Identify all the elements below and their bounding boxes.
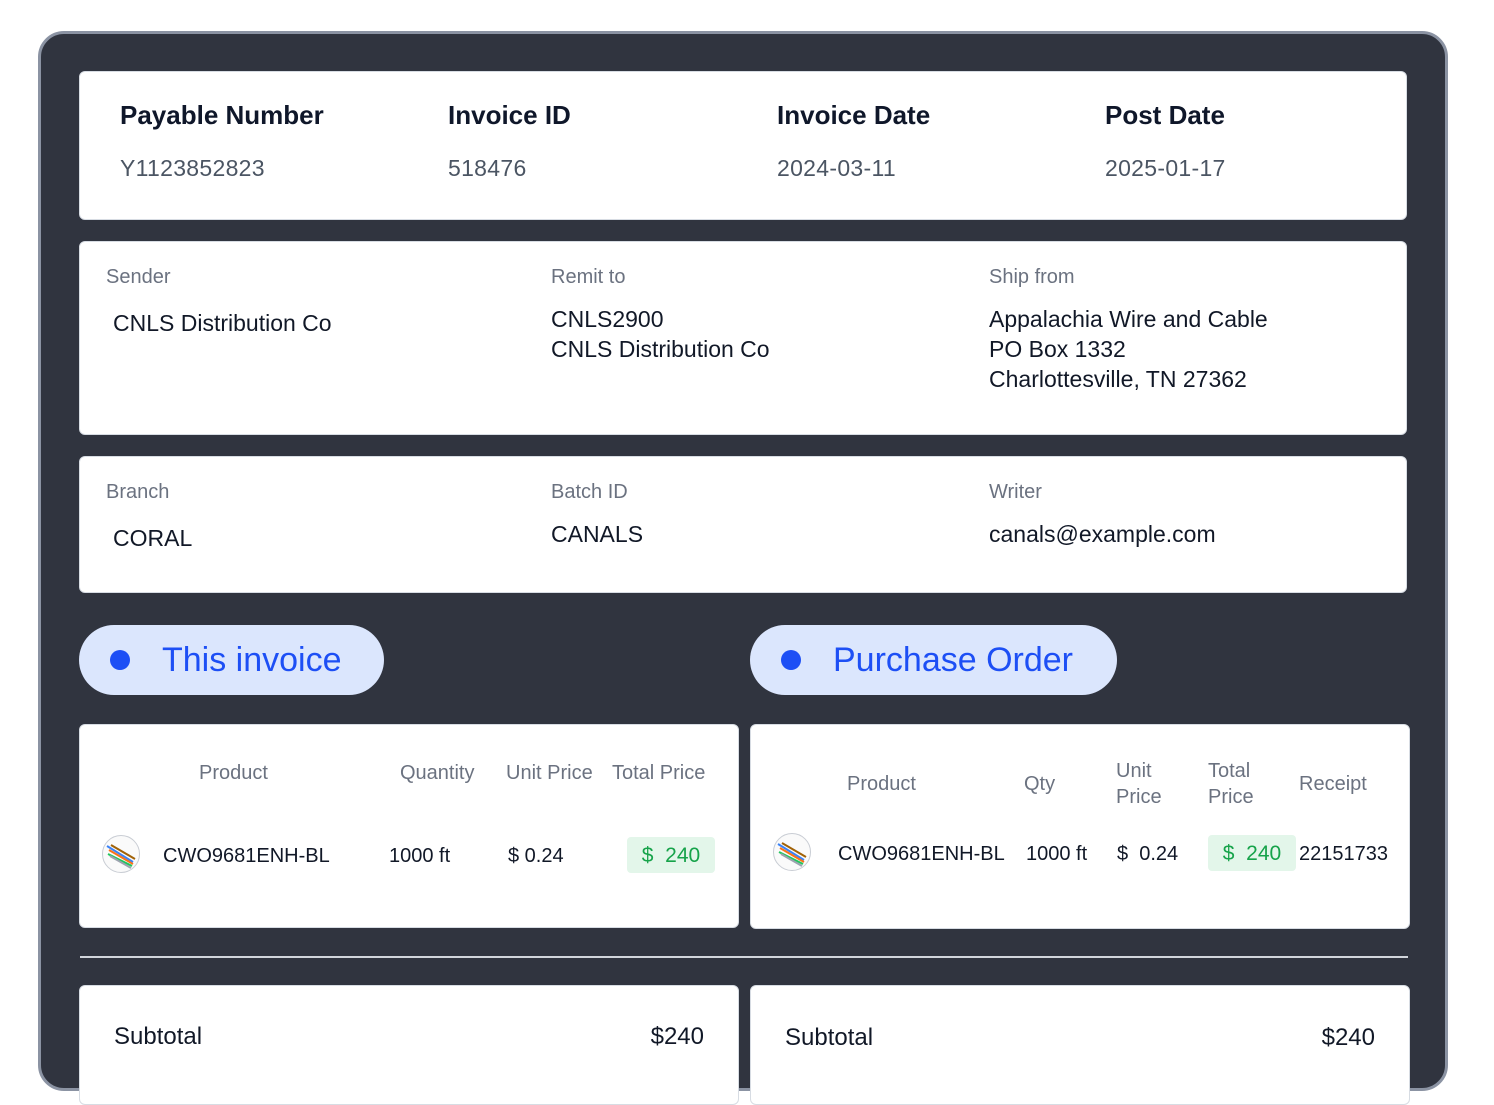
po-line-items-card: Product Qty Unit Price Total Price Recei… — [750, 724, 1410, 929]
writer-field: Writer canals@example.com — [989, 481, 1216, 549]
sender-field: Sender CNLS Distribution Co — [106, 266, 332, 338]
bullet-dot-icon — [781, 650, 801, 670]
column-header-total-price: Total Price — [612, 762, 706, 784]
field-label: Payable Number — [120, 100, 324, 130]
receipt-cell: 22151733 — [1299, 843, 1388, 865]
post-date-value: 2025-01-17 — [1105, 155, 1226, 181]
invoice-panel: Payable Number Y1123852823 Invoice ID 51… — [38, 31, 1448, 1105]
sender-value: CNLS Distribution Co — [113, 310, 332, 336]
tab-this-invoice[interactable]: This invoice — [79, 625, 384, 695]
tab-purchase-order[interactable]: Purchase Order — [750, 625, 1117, 695]
subtotal-value: $240 — [1321, 1024, 1375, 1051]
field-label: Invoice Date — [777, 100, 931, 130]
ship-from-label: Ship from — [989, 266, 1075, 288]
column-header-qty: Qty — [1024, 773, 1056, 795]
invoice-date-value: 2024-03-11 — [777, 155, 896, 181]
writer-value: canals@example.com — [989, 521, 1216, 547]
column-header-product: Product — [847, 773, 916, 795]
column-header-total-price: Total Price — [1208, 760, 1254, 808]
payable-number-value: Y1123852823 — [120, 155, 265, 181]
ship-from-field: Ship from Appalachia Wire and Cable PO B… — [989, 266, 1268, 394]
column-header-quantity: Quantity — [400, 762, 475, 784]
product-cell: CWO9681ENH-BL — [838, 843, 1005, 865]
invoice-subtotal-card: Subtotal $240 — [79, 985, 739, 1105]
remit-to-field: Remit to CNLS2900 CNLS Distribution Co — [551, 266, 770, 364]
bullet-dot-icon — [110, 650, 130, 670]
invoice-date-field: Invoice Date 2024-03-11 — [777, 100, 930, 182]
invoice-line-items-card: Product Quantity Unit Price Total Price … — [79, 724, 739, 928]
writer-label: Writer — [989, 481, 1042, 503]
invoice-id-field: Invoice ID 518476 — [448, 100, 571, 182]
cable-thumbnail-icon — [773, 833, 811, 871]
meta-card: Branch CORAL Batch ID CANALS Writer cana… — [79, 456, 1407, 593]
batch-id-field: Batch ID CANALS — [551, 481, 643, 549]
branch-value: CORAL — [113, 525, 193, 551]
column-header-unit-price: Unit Price — [1116, 760, 1162, 808]
quantity-cell: 1000 ft — [389, 845, 451, 867]
quantity-cell: 1000 ft — [1026, 843, 1088, 865]
column-header-product: Product — [199, 762, 268, 784]
batch-id-label: Batch ID — [551, 481, 628, 503]
tab-purchase-order-label: Purchase Order — [833, 640, 1073, 679]
ship-from-value: Appalachia Wire and Cable PO Box 1332 Ch… — [989, 306, 1268, 392]
po-subtotal-card: Subtotal $240 — [750, 985, 1410, 1105]
total-price-badge: $ 240 — [1208, 835, 1296, 871]
batch-id-value: CANALS — [551, 521, 644, 547]
subtotal-value: $240 — [650, 1023, 704, 1050]
parties-card: Sender CNLS Distribution Co Remit to CNL… — [79, 241, 1407, 435]
field-label: Invoice ID — [448, 100, 571, 130]
subtotal-label: Subtotal — [114, 1023, 203, 1050]
invoice-header-card: Payable Number Y1123852823 Invoice ID 51… — [79, 71, 1407, 220]
section-divider — [80, 956, 1408, 958]
branch-field: Branch CORAL — [106, 481, 192, 553]
invoice-id-value: 518476 — [448, 155, 527, 181]
remit-to-value: CNLS2900 CNLS Distribution Co — [551, 306, 770, 362]
unit-price-cell: $ 0.24 — [1117, 843, 1179, 865]
total-price-badge: $ 240 — [627, 837, 715, 873]
tab-this-invoice-label: This invoice — [162, 640, 342, 679]
post-date-field: Post Date 2025-01-17 — [1105, 100, 1226, 182]
cable-thumbnail-icon — [102, 835, 140, 873]
field-label: Post Date — [1105, 100, 1225, 130]
sender-label: Sender — [106, 266, 171, 288]
column-header-receipt: Receipt — [1299, 773, 1367, 795]
remit-to-label: Remit to — [551, 266, 626, 288]
payable-number-field: Payable Number Y1123852823 — [120, 100, 324, 182]
branch-label: Branch — [106, 481, 170, 503]
product-cell: CWO9681ENH-BL — [163, 845, 330, 867]
column-header-unit-price: Unit Price — [506, 762, 593, 784]
subtotal-label: Subtotal — [785, 1024, 874, 1051]
unit-price-cell: $ 0.24 — [508, 845, 564, 867]
